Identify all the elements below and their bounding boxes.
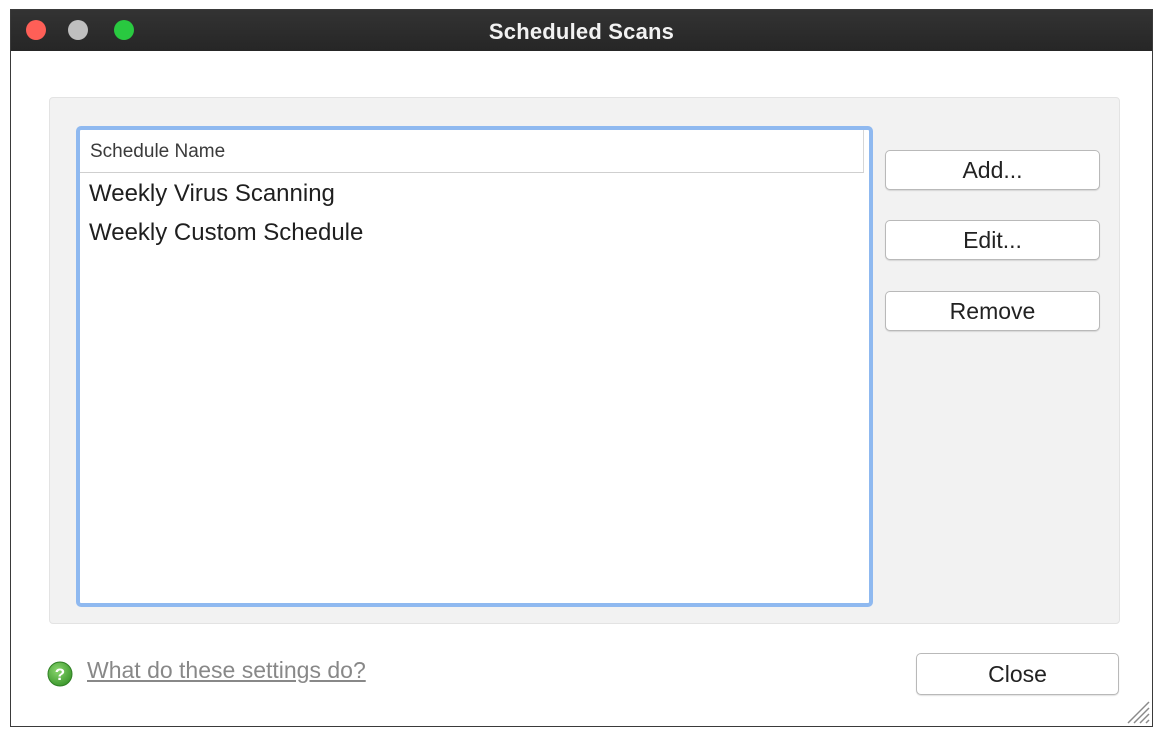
close-button[interactable]: Close: [916, 653, 1119, 695]
edit-button[interactable]: Edit...: [885, 220, 1100, 260]
help-question-icon[interactable]: ?: [47, 661, 73, 687]
scheduled-scans-window: Scheduled Scans Schedule Name Weekly Vir…: [10, 9, 1153, 727]
svg-text:?: ?: [55, 665, 65, 684]
column-header-schedule-name[interactable]: Schedule Name: [80, 130, 864, 173]
resize-grip-icon[interactable]: [1122, 696, 1150, 724]
schedules-panel: Schedule Name Weekly Virus Scanning Week…: [49, 97, 1120, 624]
window-title: Scheduled Scans: [488, 19, 675, 44]
help-link[interactable]: What do these settings do?: [87, 655, 366, 685]
add-button[interactable]: Add...: [885, 150, 1100, 190]
remove-button[interactable]: Remove: [885, 291, 1100, 331]
schedule-list-body: Weekly Virus Scanning Weekly Custom Sche…: [80, 174, 869, 252]
list-item[interactable]: Weekly Custom Schedule: [80, 213, 869, 252]
schedule-list[interactable]: Schedule Name Weekly Virus Scanning Week…: [76, 126, 873, 607]
title-bar[interactable]: Scheduled Scans: [11, 10, 1152, 51]
list-item[interactable]: Weekly Virus Scanning: [80, 174, 869, 213]
